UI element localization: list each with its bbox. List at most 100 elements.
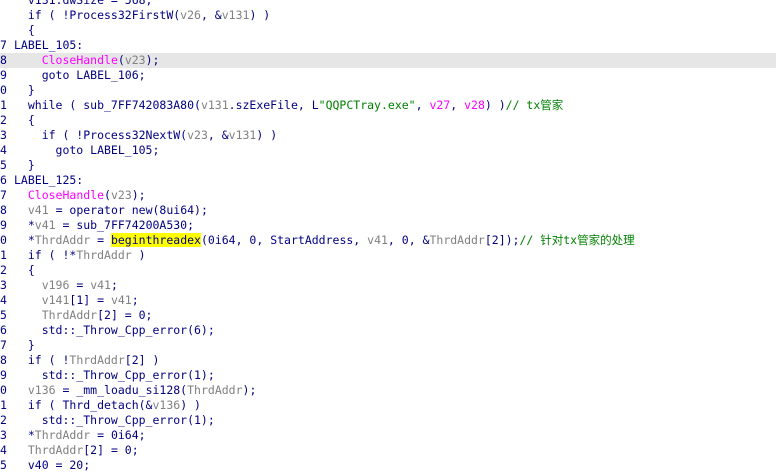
code-line[interactable]: 3 if ( !Process32NextW(v23, &v131) ) [0, 128, 776, 143]
code-token[interactable]: ThrdAddr [35, 233, 90, 247]
code-token[interactable]: ThrdAddr [69, 353, 124, 367]
code-token[interactable]: = [90, 233, 111, 247]
code-line[interactable]: 5 v40 = 20; [0, 458, 776, 473]
code-token[interactable]: ); [243, 383, 257, 397]
code-token[interactable]: ( [104, 188, 111, 202]
code-line[interactable]: 7 LABEL_105: [0, 38, 776, 53]
code-token[interactable]: if ( !* [14, 248, 76, 262]
code-line[interactable]: 7 } [0, 338, 776, 353]
code-line[interactable]: 5 ThrdAddr[2] = 0; [0, 308, 776, 323]
code-token[interactable]: , & [201, 8, 222, 22]
code-text[interactable]: } [14, 338, 35, 353]
code-text[interactable]: v131.dwSize = 568; [14, 0, 153, 8]
pseudocode-view[interactable]: v131.dwSize = 568; if ( !Process32FirstW… [0, 0, 776, 472]
code-token[interactable]: [2]); [485, 233, 520, 247]
code-token[interactable]: v40 = 20; [14, 458, 90, 472]
code-token[interactable]: LABEL_105: [14, 38, 83, 52]
code-token[interactable]: if ( Thrd_detach(& [14, 398, 153, 412]
code-text[interactable]: *ThrdAddr = 0i64; [14, 428, 146, 443]
code-line[interactable]: 2 { [0, 113, 776, 128]
code-token[interactable]: ThrdAddr [28, 443, 83, 457]
code-line[interactable]: v131.dwSize = 568; [0, 0, 776, 8]
code-token[interactable]: } [14, 158, 35, 172]
code-token[interactable]: v41 [90, 278, 111, 292]
code-token[interactable] [14, 293, 42, 307]
code-line[interactable]: 4 goto LABEL_105; [0, 143, 776, 158]
code-token[interactable]: v141 [42, 293, 70, 307]
code-text[interactable]: v141[1] = v41; [14, 293, 139, 308]
code-text[interactable]: if ( !ThrdAddr[2] ) [14, 353, 160, 368]
code-token[interactable]: ) [132, 248, 146, 262]
code-token[interactable]: ); [132, 188, 146, 202]
code-token[interactable]: v131 [222, 8, 250, 22]
code-token[interactable]: v136 [152, 398, 180, 412]
code-line[interactable]: 1 while ( sub_7FF742083A80(v131.szExeFil… [0, 98, 776, 113]
code-token[interactable] [14, 383, 28, 397]
code-token[interactable]: (0i64, 0, StartAddress, [201, 233, 367, 247]
code-token[interactable]: = operator new(8ui64); [49, 203, 208, 217]
code-token[interactable]: // tx管家 [506, 98, 564, 112]
code-token[interactable]: [1] = [69, 293, 111, 307]
code-token[interactable]: v131 [229, 128, 257, 142]
code-token[interactable] [14, 53, 42, 67]
code-token[interactable] [14, 188, 28, 202]
code-text[interactable]: v41 = operator new(8ui64); [14, 203, 208, 218]
code-line[interactable]: 1 if ( !*ThrdAddr ) [0, 248, 776, 263]
code-text[interactable]: LABEL_125: [14, 173, 83, 188]
code-line[interactable]: 9 std::_Throw_Cpp_error(1); [0, 368, 776, 383]
code-token[interactable]: ThrdAddr [187, 383, 242, 397]
code-text[interactable]: if ( !Process32FirstW(v26, &v131) ) [14, 8, 270, 23]
code-text[interactable]: v40 = 20; [14, 458, 90, 473]
code-token[interactable]: ) ) [256, 128, 277, 142]
code-token[interactable]: v41 [35, 218, 56, 232]
code-token[interactable]: * [14, 218, 35, 232]
code-line[interactable]: 8 if ( !ThrdAddr[2] ) [0, 353, 776, 368]
code-token[interactable]: , [450, 98, 464, 112]
code-token[interactable]: CloseHandle [42, 53, 118, 67]
code-token[interactable]: { [14, 113, 35, 127]
code-token[interactable]: } [14, 83, 35, 97]
code-text[interactable]: { [14, 263, 35, 278]
code-token[interactable]: std::_Throw_Cpp_error(6); [14, 323, 215, 337]
code-token[interactable]: [2] = 0; [83, 443, 138, 457]
code-line[interactable]: 0 } [0, 83, 776, 98]
code-token[interactable]: { [14, 263, 35, 277]
code-text[interactable]: v196 = v41; [14, 278, 118, 293]
code-line[interactable]: 9 *v41 = sub_7FF74200A530; [0, 218, 776, 233]
code-line[interactable]: 9 goto LABEL_106; [0, 68, 776, 83]
code-token[interactable]: v27 [429, 98, 450, 112]
code-line[interactable]: 3 *ThrdAddr = 0i64; [0, 428, 776, 443]
code-token[interactable]: = sub_7FF74200A530; [56, 218, 194, 232]
code-token[interactable]: goto LABEL_105; [14, 143, 160, 157]
code-text[interactable]: ThrdAddr[2] = 0; [14, 443, 139, 458]
code-line[interactable]: 3 v196 = v41; [0, 278, 776, 293]
code-token[interactable]: = 0i64; [90, 428, 145, 442]
code-line[interactable]: 8 CloseHandle(v23); [0, 53, 776, 68]
code-token[interactable]: if ( !Process32NextW( [14, 128, 187, 142]
code-token[interactable]: "QQPCTray.exe" [319, 98, 416, 112]
code-token[interactable]: // 针对tx管家的处理 [519, 233, 634, 247]
code-token[interactable]: ThrdAddr [76, 248, 131, 262]
code-token[interactable] [14, 278, 42, 292]
code-line[interactable]: 4 ThrdAddr[2] = 0; [0, 443, 776, 458]
code-token[interactable]: = [69, 278, 90, 292]
code-token[interactable]: v41 [111, 293, 132, 307]
code-token[interactable]: [2] ) [125, 353, 160, 367]
code-token[interactable]: .szExeFile, L [229, 98, 319, 112]
code-text[interactable]: { [14, 113, 35, 128]
code-line[interactable]: if ( !Process32FirstW(v26, &v131) ) [0, 8, 776, 23]
code-line[interactable]: 8 v41 = operator new(8ui64); [0, 203, 776, 218]
code-text[interactable]: if ( !*ThrdAddr ) [14, 248, 146, 263]
code-token[interactable]: ; [111, 278, 118, 292]
code-line[interactable]: 4 v141[1] = v41; [0, 293, 776, 308]
code-token[interactable]: ) ) [485, 98, 506, 112]
code-line[interactable]: 6 std::_Throw_Cpp_error(6); [0, 323, 776, 338]
code-text[interactable]: std::_Throw_Cpp_error(6); [14, 323, 215, 338]
code-line[interactable]: 5 } [0, 158, 776, 173]
code-token[interactable]: v136 [28, 383, 56, 397]
code-token[interactable]: ) ) [249, 8, 270, 22]
code-token[interactable]: if ( !Process32FirstW( [14, 8, 180, 22]
code-text[interactable]: v136 = _mm_loadu_si128(ThrdAddr); [14, 383, 257, 398]
code-text[interactable]: *ThrdAddr = beginthreadex(0i64, 0, Start… [14, 233, 635, 248]
code-token[interactable]: if ( ! [14, 353, 70, 367]
